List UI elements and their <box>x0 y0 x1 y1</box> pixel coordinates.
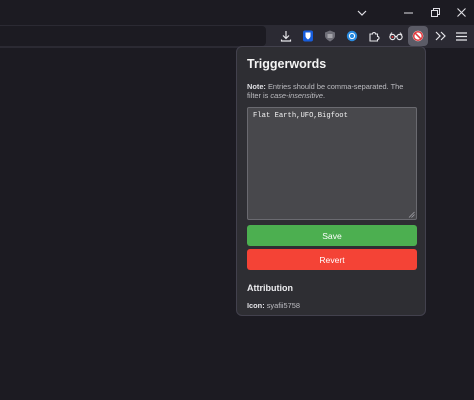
download-icon[interactable] <box>276 26 296 46</box>
note-emphasis: case-insensitive <box>270 91 323 100</box>
popup-title: Triggerwords <box>247 57 327 71</box>
icon-attribution: Icon: syafii5758 <box>247 301 415 310</box>
double-chevron-right-icon[interactable] <box>430 26 450 46</box>
close-icon[interactable] <box>447 0 474 25</box>
minimize-icon[interactable] <box>394 0 422 25</box>
restore-icon[interactable] <box>421 0 449 25</box>
title-bar <box>0 0 474 25</box>
puzzle-icon[interactable] <box>364 26 384 46</box>
shield-badge-icon[interactable] <box>320 26 340 46</box>
revert-button[interactable]: Revert <box>247 249 417 270</box>
hamburger-menu-icon[interactable] <box>451 26 471 46</box>
circle-icon[interactable] <box>342 26 362 46</box>
browser-window: Triggerwords Note: Entries should be com… <box>0 0 474 400</box>
triggerwords-textarea[interactable]: Flat Earth,UFO,Bigfoot <box>247 107 417 220</box>
save-button[interactable]: Save <box>247 225 417 246</box>
url-bar[interactable] <box>0 26 266 46</box>
note-text: Note: Entries should be comma-separated.… <box>247 82 415 100</box>
bitwarden-shield-icon[interactable] <box>298 26 318 46</box>
navigation-toolbar <box>0 25 474 48</box>
icon-author: syafii5758 <box>266 301 300 310</box>
resize-grip-icon[interactable] <box>408 211 415 218</box>
icon-label: Icon: <box>247 301 265 310</box>
no-entry-icon[interactable] <box>408 26 428 46</box>
note-end: . <box>323 91 326 100</box>
glasses-icon[interactable] <box>386 26 406 46</box>
chevron-down-icon[interactable] <box>348 0 376 25</box>
triggerwords-popup: Triggerwords Note: Entries should be com… <box>236 46 426 316</box>
textarea-value: Flat Earth,UFO,Bigfoot <box>253 112 348 120</box>
note-label: Note: <box>247 82 266 91</box>
attribution-heading: Attribution <box>247 283 293 293</box>
